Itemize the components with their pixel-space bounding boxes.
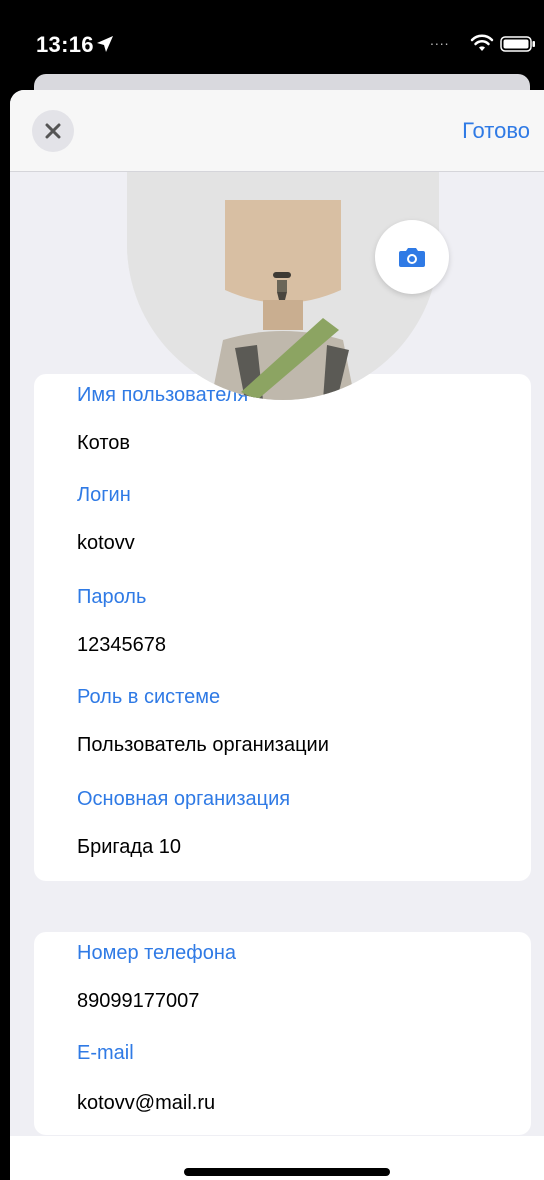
login-label: Логин	[77, 484, 131, 506]
change-photo-button[interactable]	[375, 220, 449, 294]
phone-field[interactable]: 89099177007	[77, 990, 199, 1013]
status-bar: 13:16 ....	[0, 0, 544, 80]
wifi-icon	[470, 34, 494, 51]
username-field[interactable]: Котов	[77, 432, 130, 455]
camera-icon	[399, 248, 425, 267]
close-icon	[45, 123, 61, 139]
role-label: Роль в системе	[77, 686, 221, 708]
home-area	[10, 1136, 544, 1180]
battery-icon	[500, 36, 535, 52]
password-field[interactable]: 12345678	[77, 634, 166, 657]
close-button[interactable]	[32, 110, 74, 152]
navigation-bar: Готово	[10, 90, 544, 172]
signal-dots: ....	[430, 32, 450, 48]
login-field[interactable]: kotovv	[77, 532, 135, 555]
email-field[interactable]: kotovv@mail.ru	[77, 1092, 215, 1115]
status-time: 13:16	[36, 32, 94, 57]
contact-card: Номер телефона 89099177007 E-mail kotovv…	[34, 932, 531, 1135]
screen: 13:16 .... Готово Имя пользователя Котов…	[0, 0, 544, 1180]
done-button[interactable]: Готово	[462, 118, 530, 144]
role-field[interactable]: Пользователь организации	[77, 734, 329, 757]
account-card: Имя пользователя Котов Логин kotovv Паро…	[34, 374, 531, 881]
profile-edit-sheet: Готово Имя пользователя Котов Логин koto…	[10, 90, 544, 1180]
phone-label: Номер телефона	[77, 942, 237, 964]
password-label: Пароль	[77, 586, 147, 608]
email-label: E-mail	[77, 1042, 134, 1064]
location-arrow-icon	[97, 36, 113, 52]
organization-label: Основная организация	[77, 788, 291, 810]
home-indicator[interactable]	[184, 1168, 390, 1176]
organization-field[interactable]: Бригада 10	[77, 836, 181, 859]
